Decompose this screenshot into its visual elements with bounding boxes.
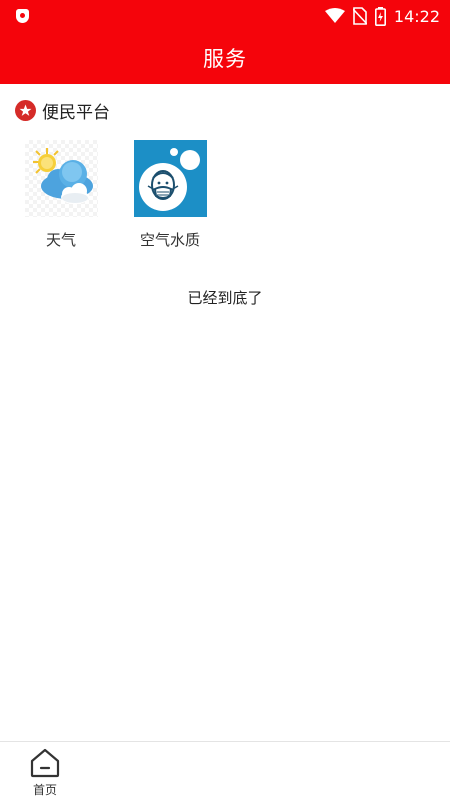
status-time: 14:22 bbox=[393, 6, 440, 26]
star-icon bbox=[15, 99, 36, 121]
home-icon bbox=[30, 748, 60, 778]
status-right: 14:22 bbox=[324, 6, 440, 26]
page-title: 服务 bbox=[203, 47, 247, 71]
section-title: 便民平台 bbox=[15, 99, 110, 123]
no-sim-icon bbox=[352, 7, 367, 25]
end-of-list-text: 已经到底了 bbox=[187, 289, 263, 307]
shield-icon bbox=[16, 9, 29, 23]
battery-charging-icon bbox=[374, 6, 386, 26]
service-air-quality-label: 空气水质 bbox=[139, 231, 200, 249]
status-left bbox=[16, 9, 29, 23]
wifi-icon bbox=[324, 8, 345, 23]
status-bar: 14:22 bbox=[0, 0, 450, 32]
air-quality-mask-icon bbox=[133, 140, 207, 217]
service-weather-label: 天气 bbox=[45, 231, 76, 249]
service-weather[interactable]: 天气 bbox=[11, 140, 111, 250]
bottom-nav: 首页 bbox=[0, 741, 450, 800]
page-header: 服务 bbox=[0, 32, 450, 84]
nav-item-home[interactable]: 首页 bbox=[22, 748, 68, 800]
nav-item-home-label: 首页 bbox=[32, 783, 57, 797]
weather-cloud-sun-icon bbox=[24, 140, 98, 217]
service-air-quality[interactable]: 空气水质 bbox=[120, 140, 220, 250]
section-title-label: 便民平台 bbox=[42, 102, 110, 123]
